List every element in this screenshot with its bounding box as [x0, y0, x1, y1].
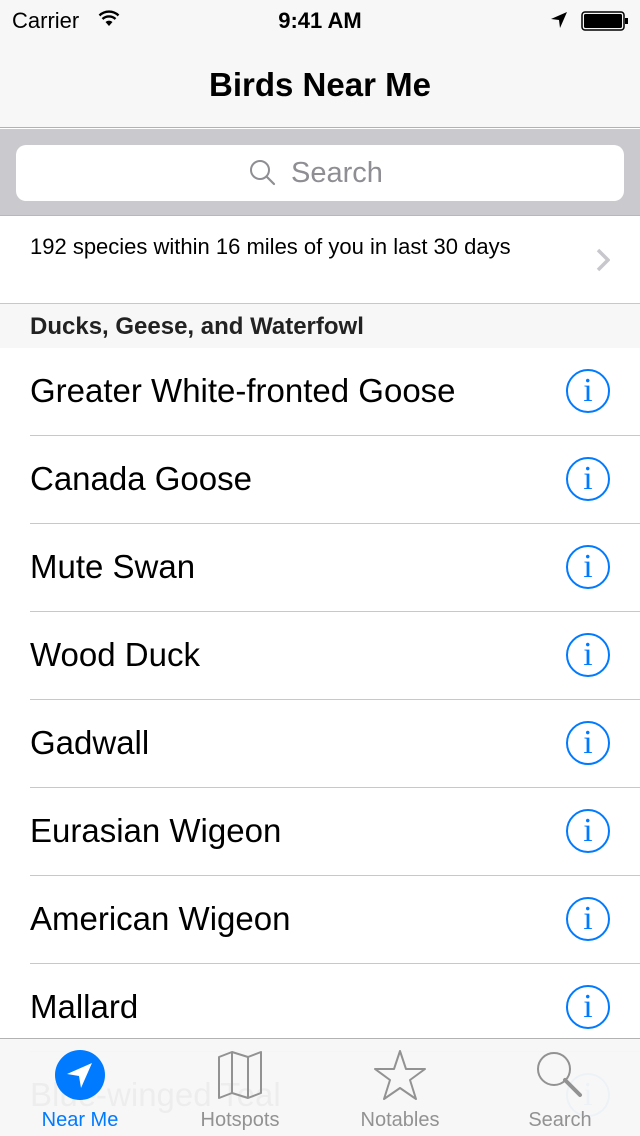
location-arrow-icon: [550, 11, 568, 34]
bird-name: Mallard: [30, 988, 139, 1025]
list-item[interactable]: Greater White-fronted Goose i: [0, 348, 640, 436]
list-item[interactable]: Eurasian Wigeon i: [0, 788, 640, 876]
bird-list: Greater White-fronted Goose i Canada Goos…: [0, 348, 640, 1136]
tab-label: Near Me: [41, 1109, 119, 1131]
bird-name: Wood Duck: [30, 636, 200, 673]
battery-icon: [581, 11, 629, 36]
bird-name: Gadwall: [30, 724, 150, 761]
location-arrow-icon: [54, 1049, 106, 1101]
info-icon[interactable]: i: [566, 457, 610, 501]
species-summary-text: 192 species within 16 miles of you in la…: [30, 234, 511, 259]
bird-name: Mute Swan: [30, 548, 196, 585]
info-icon[interactable]: i: [566, 721, 610, 765]
tab-near-me[interactable]: Near Me: [0, 1039, 160, 1136]
tab-label: Hotspots: [200, 1109, 280, 1131]
search-field[interactable]: [16, 145, 624, 201]
section-header: Ducks, Geese, and Waterfowl: [0, 304, 640, 348]
tab-bar: Near Me Hotspots Notables Search: [0, 1038, 640, 1136]
tab-label: Search: [528, 1109, 592, 1131]
list-item[interactable]: American Wigeon i: [0, 876, 640, 964]
list-item[interactable]: Gadwall i: [0, 700, 640, 788]
search-input[interactable]: [291, 156, 391, 190]
info-icon[interactable]: i: [566, 985, 610, 1029]
search-icon: [250, 160, 276, 186]
bird-name: Eurasian Wigeon: [30, 812, 282, 849]
page-title: Birds Near Me: [209, 66, 431, 103]
map-icon: [214, 1049, 266, 1101]
info-icon[interactable]: i: [566, 897, 610, 941]
list-item[interactable]: Mute Swan i: [0, 524, 640, 612]
bird-name: Canada Goose: [30, 460, 252, 497]
navigation-bar: Birds Near Me: [0, 40, 640, 128]
species-summary-row[interactable]: 192 species within 16 miles of you in la…: [0, 216, 640, 304]
bird-name: Greater White-fronted Goose: [30, 372, 456, 409]
star-icon: [373, 1049, 427, 1101]
tab-notables[interactable]: Notables: [320, 1039, 480, 1136]
tab-label: Notables: [360, 1109, 440, 1131]
chevron-right-icon: [596, 248, 611, 277]
search-icon: [534, 1049, 586, 1101]
search-bar: [0, 129, 640, 216]
tab-hotspots[interactable]: Hotspots: [160, 1039, 320, 1136]
clock: 9:41 AM: [278, 8, 362, 33]
list-item[interactable]: Canada Goose i: [0, 436, 640, 524]
list-item[interactable]: Wood Duck i: [0, 612, 640, 700]
info-icon[interactable]: i: [566, 809, 610, 853]
info-icon[interactable]: i: [566, 369, 610, 413]
section-title: Ducks, Geese, and Waterfowl: [30, 313, 364, 340]
status-bar: Carrier 9:41 AM: [0, 0, 640, 40]
info-icon[interactable]: i: [566, 633, 610, 677]
info-icon[interactable]: i: [566, 545, 610, 589]
tab-search[interactable]: Search: [480, 1039, 640, 1136]
bird-name: American Wigeon: [30, 900, 291, 937]
